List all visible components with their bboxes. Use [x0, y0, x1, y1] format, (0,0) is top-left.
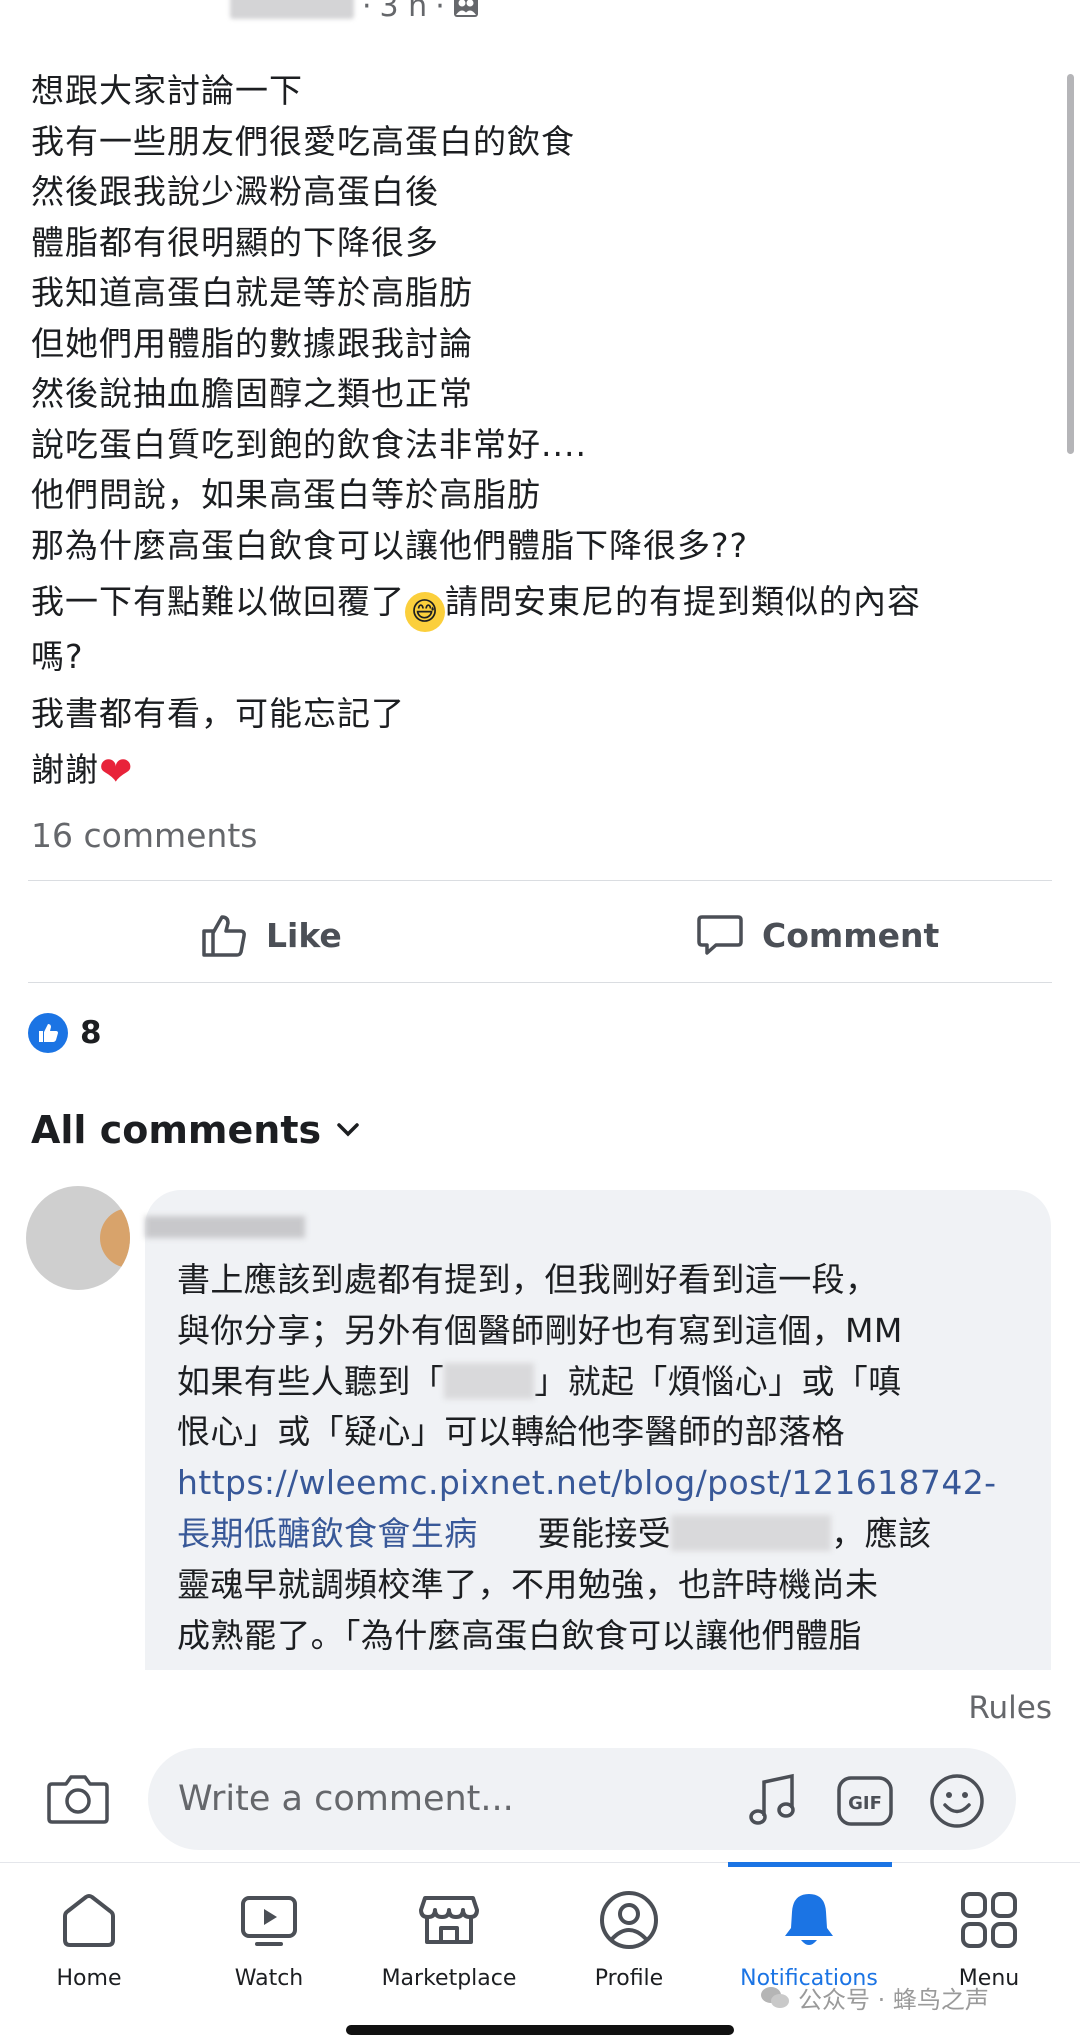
nav-watch[interactable]: Watch — [194, 1888, 344, 1991]
wechat-icon — [761, 1986, 789, 2008]
comment-line: 長期低醣飲食會生病 要能接受 ，應該 — [177, 1509, 1037, 1560]
like-label: Like — [266, 915, 342, 955]
gif-icon[interactable]: GIF — [836, 1772, 894, 1830]
rules-link[interactable]: Rules — [968, 1690, 1052, 1726]
comment-label: Comment — [762, 915, 940, 955]
comment-button[interactable]: Comment — [694, 905, 939, 965]
svg-text:GIF: GIF — [848, 1793, 882, 1814]
like-button[interactable]: Like — [198, 905, 342, 965]
music-icon[interactable] — [744, 1772, 802, 1830]
post-line: 然後跟我說少澱粉高蛋白後 — [31, 172, 439, 211]
heart-emoji: ❤ — [99, 749, 134, 795]
comment-line-part: ，應該 — [831, 1513, 932, 1553]
grin-sweat-emoji: 😅 — [405, 592, 445, 632]
post-line: 他們問說，如果高蛋白等於高脂肪 — [31, 475, 541, 514]
smiley-icon[interactable] — [928, 1772, 986, 1830]
comment-line: 書上應該到處都有提到，但我剛好看到這一段， — [177, 1260, 879, 1299]
all-comments-label: All comments — [31, 1108, 322, 1152]
author-name-redacted — [230, 0, 354, 19]
post-question-line: 我一下有點難以做回覆了 😅 請問安東尼的有提到類似的內容 — [31, 577, 1051, 632]
commenter-name-redacted[interactable] — [145, 1216, 305, 1238]
blog-link-title[interactable]: 長期低醣飲食會生病 — [177, 1514, 478, 1553]
comment-line-part: 如果有些人聽到「 — [177, 1361, 445, 1401]
post-body: 想跟大家討論一下 我有一些朋友們很愛吃高蛋白的飲食 然後跟我說少澱粉高蛋白後 體… — [31, 66, 1051, 798]
post-separator: · — [362, 0, 372, 24]
comment-composer[interactable]: GIF — [148, 1748, 1016, 1850]
watermark-text: 公众号 · 蜂鸟之声 — [798, 1986, 989, 2014]
nav-divider — [0, 1862, 1080, 1863]
comments-count[interactable]: 16 comments — [31, 816, 257, 855]
comment-line: 恨心」或「疑心」可以轉給他李醫師的部落格 — [177, 1412, 845, 1452]
comment-line-part: 」就起「煩惱心」或「嗔 — [534, 1361, 902, 1401]
nav-active-indicator — [728, 1862, 892, 1867]
divider — [28, 982, 1052, 983]
nav-home-label: Home — [56, 1966, 122, 1991]
watermark: 公众号 · 蜂鸟之声 — [760, 1980, 989, 2015]
comment-line: 如果有些人聽到「 」就起「煩惱心」或「嗔 — [177, 1357, 1037, 1408]
nav-watch-label: Watch — [234, 1966, 304, 1991]
nav-home[interactable]: Home — [14, 1888, 164, 1991]
post-thanks: 謝謝 — [31, 750, 99, 789]
home-icon — [63, 1894, 115, 1947]
reaction-summary[interactable]: 8 — [28, 1013, 102, 1053]
comment-line: 與你分享；另外有個醫師剛好也有寫到這個，MM — [177, 1310, 903, 1350]
post-question-part1: 我一下有點難以做回覆了 — [31, 582, 405, 621]
post-separator: · — [435, 0, 445, 24]
home-indicator[interactable] — [346, 2025, 734, 2035]
post-time[interactable]: 3 h — [380, 0, 428, 24]
nav-profile-label: Profile — [594, 1966, 664, 1991]
scrollbar[interactable] — [1067, 74, 1074, 454]
post-meta: · 3 h · — [230, 0, 479, 26]
comment-input[interactable] — [178, 1748, 738, 1850]
marketplace-icon — [419, 1896, 479, 1944]
redacted-text — [444, 1362, 535, 1399]
comment-line: 成熟罷了。「為什麼高蛋白飲食可以讓他們體脂 — [177, 1615, 862, 1655]
avatar[interactable] — [26, 1186, 130, 1290]
post-line: 然後說抽血膽固醇之類也正常 — [31, 374, 473, 413]
post-thanks-line: 謝謝❤ — [31, 745, 1051, 798]
post-question-part3: 嗎? — [31, 637, 84, 676]
bell-icon — [785, 1894, 833, 1945]
post-line: 說吃蛋白質吃到飽的飲食法非常好.... — [31, 424, 587, 464]
camera-icon[interactable] — [46, 1770, 110, 1826]
profile-icon — [600, 1891, 658, 1949]
comment-line: 靈魂早就調頻校準了，不用勉強，也許時機尚未 — [177, 1564, 879, 1604]
comment-icon — [697, 915, 743, 955]
watch-icon — [241, 1896, 297, 1946]
post-line: 那為什麼高蛋白飲食可以讓他們體脂下降很多?? — [31, 525, 749, 565]
post-line: 想跟大家討論一下 — [31, 71, 303, 110]
post-line: 但她們用體脂的數據跟我討論 — [31, 323, 473, 363]
friends-icon — [453, 0, 478, 17]
comment-text: 書上應該到處都有提到，但我剛好看到這一段， 與你分享；另外有個醫師剛好也有寫到這… — [177, 1255, 1037, 1661]
menu-grid-icon — [961, 1892, 1017, 1948]
post-question-part2: 請問安東尼的有提到類似的內容 — [445, 582, 921, 621]
post-line: 體脂都有很明顯的下降很多 — [31, 222, 439, 262]
post-line: 我有一些朋友們很愛吃高蛋白的飲食 — [31, 121, 575, 161]
chevron-down-icon — [337, 1123, 359, 1137]
nav-notifications[interactable]: Notifications — [734, 1888, 884, 1991]
all-comments-filter[interactable]: All comments — [31, 1108, 361, 1152]
nav-menu[interactable]: Menu — [914, 1888, 1064, 1991]
like-reaction-icon — [28, 1013, 68, 1053]
reaction-count: 8 — [80, 1015, 102, 1051]
nav-profile[interactable]: Profile — [554, 1888, 704, 1991]
redacted-text — [671, 1514, 832, 1551]
nav-marketplace-label: Marketplace — [381, 1966, 517, 1991]
divider — [28, 880, 1052, 881]
post-books-line: 我書都有看，可能忘記了 — [31, 693, 405, 733]
post-line: 我知道高蛋白就是等於高脂肪 — [31, 273, 473, 312]
blog-link[interactable]: https://wleemc.pixnet.net/blog/post/1216… — [177, 1463, 996, 1502]
comment-line-part: 要能接受 — [537, 1513, 672, 1553]
nav-marketplace[interactable]: Marketplace — [374, 1888, 524, 1991]
thumbs-up-icon — [202, 915, 246, 957]
